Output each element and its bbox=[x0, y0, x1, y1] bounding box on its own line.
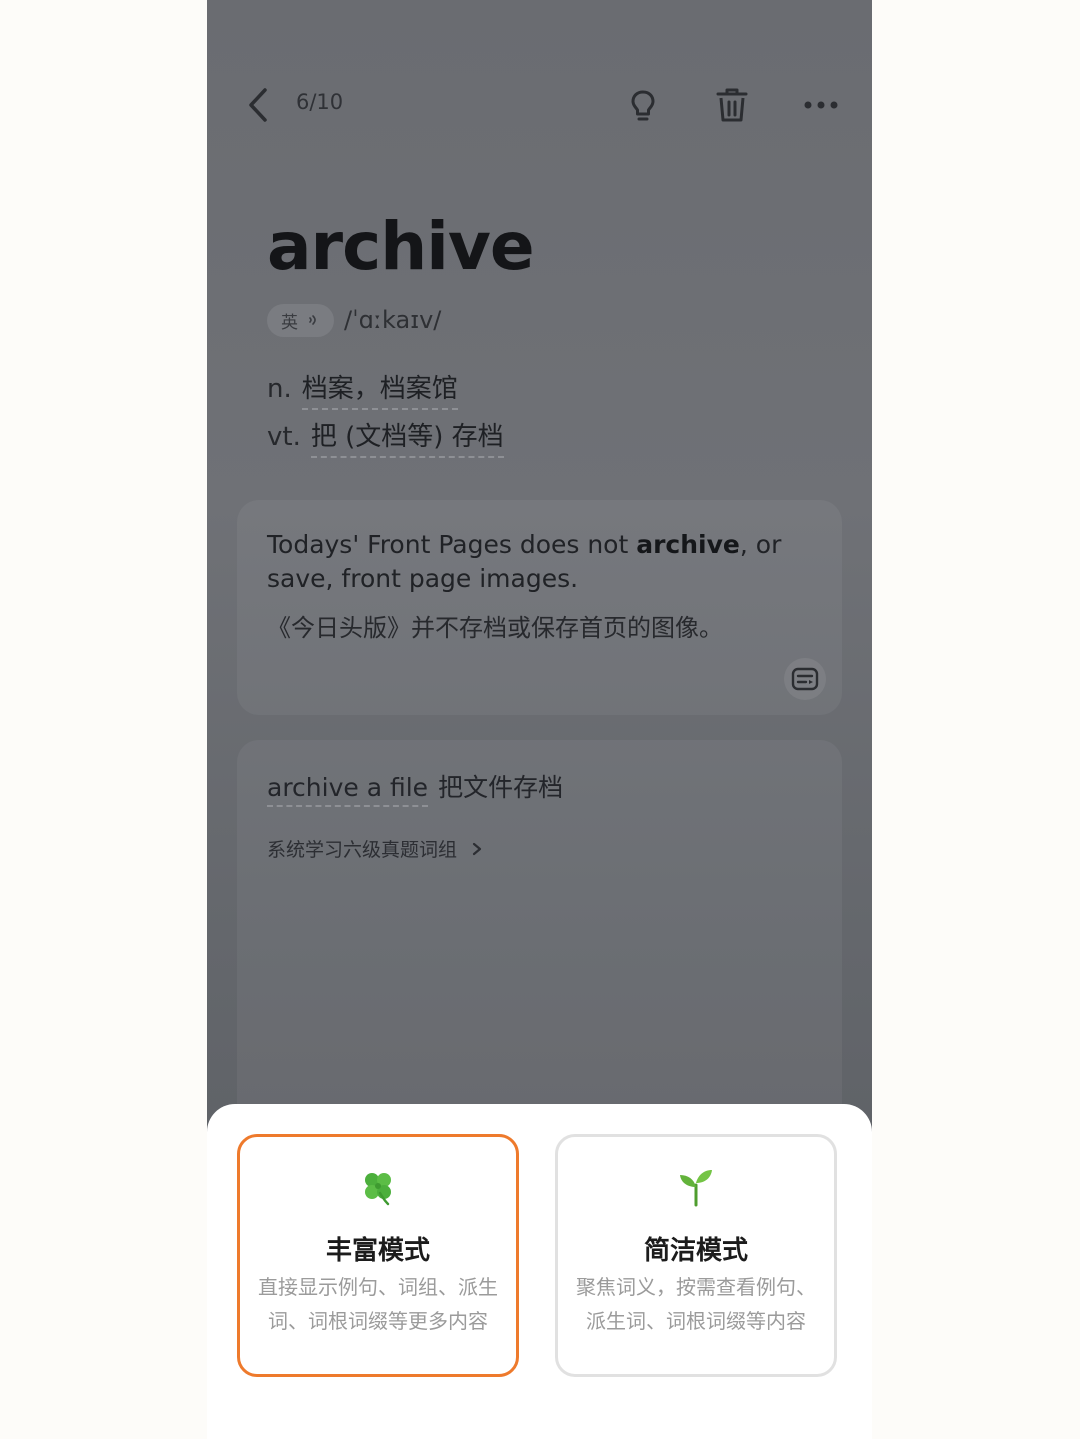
phrase-group-label: 系统学习六级真题词组 bbox=[267, 839, 458, 861]
part-of-speech: vt. bbox=[267, 422, 301, 452]
definition-row: vt. 把 (文档等) 存档 bbox=[267, 416, 504, 458]
mode-title: 简洁模式 bbox=[643, 1236, 748, 1266]
trash-icon bbox=[716, 88, 748, 122]
pronunciation-button[interactable]: 英 bbox=[267, 303, 334, 337]
definition-meaning[interactable]: 档案，档案馆 bbox=[301, 374, 458, 410]
example-sentence-en: Todays' Front Pages does not archive, or… bbox=[267, 530, 782, 593]
accent-label: 英 bbox=[281, 312, 298, 333]
example-sentence-zh: 《今日头版》并不存档或保存首页的图像。 bbox=[267, 614, 723, 642]
progress-counter: 6/10 bbox=[296, 90, 344, 114]
seedling-icon bbox=[558, 1167, 834, 1207]
rich-mode-option[interactable]: 丰富模式 直接显示例句、词组、派生词、词根词缀等更多内容 bbox=[237, 1134, 519, 1377]
mode-title: 丰富模式 bbox=[325, 1236, 430, 1266]
hint-button[interactable] bbox=[627, 88, 659, 124]
example-action-button[interactable] bbox=[784, 658, 826, 700]
example-keyword: archive bbox=[636, 530, 740, 559]
chevron-right-icon bbox=[472, 842, 482, 856]
phrase-zh: 把文件存档 bbox=[438, 773, 564, 802]
example-card: Todays' Front Pages does not archive, or… bbox=[237, 500, 842, 715]
delete-button[interactable] bbox=[715, 86, 749, 124]
pronunciation-row: 英 /ˈɑːkaɪv/ bbox=[267, 302, 441, 338]
mode-description: 聚焦词义，按需查看例句、派生词、词根词缀等内容 bbox=[576, 1275, 816, 1333]
more-icon bbox=[804, 101, 838, 109]
phrase-group-link[interactable]: 系统学习六级真题词组 bbox=[267, 835, 483, 862]
back-button[interactable] bbox=[243, 86, 273, 124]
simple-mode-option[interactable]: 简洁模式 聚焦词义，按需查看例句、派生词、词根词缀等内容 bbox=[555, 1134, 837, 1377]
word-detail-screen: 6/10 archive 英 /ˈɑːkaɪv/ n. 档案，档案馆 vt. 把… bbox=[207, 0, 872, 1439]
top-bar: 6/10 bbox=[207, 70, 872, 140]
definition-row: n. 档案，档案馆 bbox=[267, 368, 458, 410]
phrase-card: archive a file 把文件存档 系统学习六级真题词组 bbox=[237, 740, 842, 1140]
back-arrow-icon bbox=[249, 88, 267, 122]
mode-selection-sheet: 丰富模式 直接显示例句、词组、派生词、词根词缀等更多内容 简洁模式 聚焦词义，按… bbox=[207, 1104, 872, 1439]
phonetic: /ˈɑːkaɪv/ bbox=[344, 306, 442, 334]
four-leaf-clover-icon bbox=[240, 1167, 516, 1207]
headword: archive bbox=[267, 208, 535, 285]
subtitle-icon bbox=[791, 667, 819, 691]
lightbulb-icon bbox=[631, 90, 655, 121]
mode-description: 直接显示例句、词组、派生词、词根词缀等更多内容 bbox=[258, 1275, 498, 1333]
speaker-icon bbox=[309, 315, 316, 325]
phrase-row: archive a file 把文件存档 bbox=[267, 768, 564, 807]
phrase-en[interactable]: archive a file bbox=[267, 773, 429, 807]
more-button[interactable] bbox=[801, 92, 841, 118]
definition-meaning[interactable]: 把 (文档等) 存档 bbox=[310, 422, 504, 458]
part-of-speech: n. bbox=[267, 374, 292, 404]
